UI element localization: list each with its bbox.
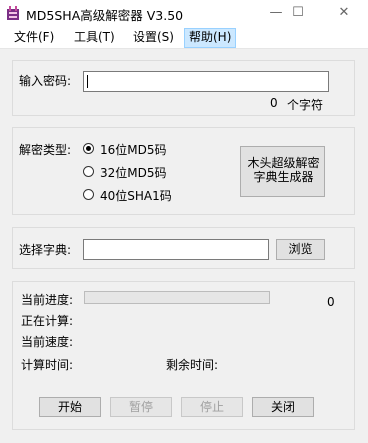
- menu-tools[interactable]: 工具(T): [70, 28, 119, 46]
- progress-bar: [84, 291, 270, 304]
- option-md5-16-label[interactable]: 16位MD5码: [100, 141, 167, 158]
- decrypt-type-label: 解密类型:: [19, 143, 72, 157]
- menu-settings[interactable]: 设置(S): [129, 28, 178, 46]
- dict-generator-button[interactable]: 木头超级解密字典生成器: [240, 146, 325, 197]
- password-input[interactable]: [83, 71, 329, 92]
- char-count-suffix: 个字符: [287, 98, 324, 112]
- menu-file[interactable]: 文件(F): [10, 28, 58, 46]
- radio-selected-dot: [86, 146, 91, 151]
- progress-label: 当前进度:: [21, 293, 74, 307]
- action-buttons-group: 开始 暂停 停止 关闭: [12, 381, 355, 430]
- menu-help[interactable]: 帮助(H): [184, 28, 237, 48]
- text-caret: [87, 75, 88, 88]
- radio-md5-32[interactable]: [83, 166, 94, 177]
- app-icon: [7, 6, 19, 20]
- maximize-button[interactable]: ☐: [280, 0, 316, 26]
- menu-bar: 文件(F) 工具(T) 设置(S) 帮助(H): [0, 26, 368, 49]
- char-count: 0: [270, 96, 278, 110]
- dictionary-label: 选择字典:: [19, 243, 72, 257]
- browse-button[interactable]: 浏览: [276, 239, 325, 260]
- close-window-button[interactable]: ✕: [326, 0, 362, 26]
- decrypt-type-group: 解密类型: 16位MD5码 32位MD5码 40位SHA1码 木头超级解密字典生…: [12, 127, 355, 215]
- option-sha1-40-label[interactable]: 40位SHA1码: [100, 187, 172, 204]
- pause-button[interactable]: 暂停: [110, 397, 172, 417]
- stop-button[interactable]: 停止: [181, 397, 243, 417]
- remaining-time-label: 剩余时间:: [166, 358, 219, 372]
- elapsed-time-label: 计算时间:: [21, 358, 74, 372]
- title-bar: MD5SHA高级解密器 V3.50 — ☐ ✕: [0, 0, 368, 26]
- dictionary-input[interactable]: [83, 239, 269, 260]
- close-button[interactable]: 关闭: [252, 397, 314, 417]
- dictionary-group: 选择字典: 浏览: [12, 227, 355, 269]
- progress-number: 0: [327, 295, 335, 309]
- option-md5-32-label[interactable]: 32位MD5码: [100, 164, 167, 181]
- radio-sha1-40[interactable]: [83, 189, 94, 200]
- speed-label: 当前速度:: [21, 335, 74, 349]
- password-label: 输入密码:: [19, 74, 72, 88]
- radio-md5-16[interactable]: [83, 143, 94, 154]
- window-title: MD5SHA高级解密器 V3.50: [26, 8, 184, 23]
- start-button[interactable]: 开始: [39, 397, 101, 417]
- password-group: 输入密码: 0 个字符: [12, 60, 355, 116]
- computing-label: 正在计算:: [21, 314, 74, 328]
